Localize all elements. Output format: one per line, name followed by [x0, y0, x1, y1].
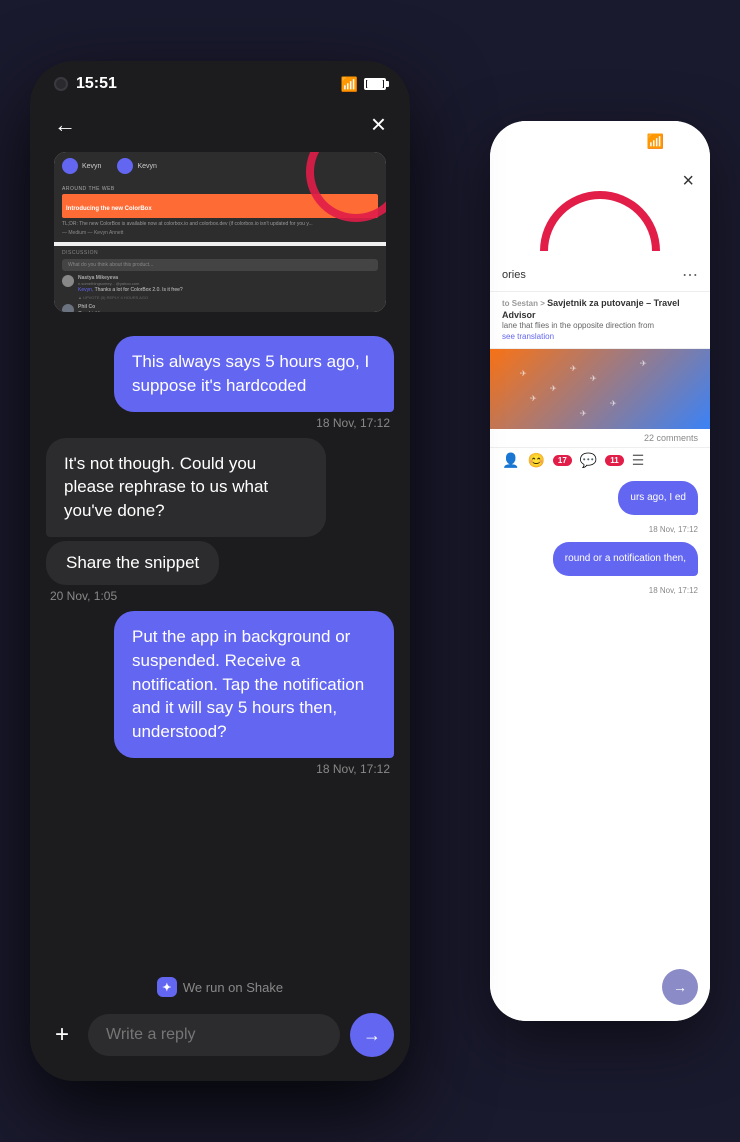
- preview-comment-1: Nastya Mikeyeva n.somethingsomey... @yah…: [62, 275, 378, 300]
- preview-comment-body-1: Nastya Mikeyeva n.somethingsomey... @yah…: [78, 275, 378, 300]
- bg-item-text: to Sestan > Savjetnik za putovanje – Tra…: [502, 298, 698, 342]
- preview-avatar-2: [117, 158, 133, 174]
- plane-icon-6: ✈: [610, 399, 617, 408]
- bg-dots-icon: ⋯: [682, 265, 698, 285]
- preview-article-link: — Medium — Kevyn Annett: [62, 230, 378, 236]
- bg-translate[interactable]: see translation: [502, 332, 698, 342]
- shake-logo: ✦: [157, 977, 177, 997]
- bg-arrow-icon: →: [673, 979, 687, 995]
- preview-comment-2: Phil Co Good job! ▲ UPVOTE REPLY 3 HOURS…: [62, 304, 378, 312]
- sent-timestamp-2: 18 Nov, 17:12: [316, 762, 394, 776]
- bg-chat-icon: 💬: [580, 452, 597, 469]
- bg-section-label: ories: [502, 269, 526, 281]
- main-phone: 15:51 📶 ← × Kevyn: [30, 61, 410, 1081]
- preview-avatar-1: [62, 158, 78, 174]
- preview-disc-label: DISCUSSION: [62, 250, 378, 256]
- preview-article-desc: TL;DR: The new ColorBox is available now…: [62, 221, 378, 228]
- plane-icon-7: ✈: [640, 359, 647, 368]
- bg-comments-count: 22 comments: [490, 429, 710, 447]
- wifi-icon: 📶: [341, 76, 358, 93]
- bg-msg-text-2: round or a notification then,: [565, 552, 686, 566]
- bg-purple-msg-2: round or a notification then,: [553, 542, 698, 576]
- plane-icon-8: ✈: [580, 409, 587, 418]
- send-button[interactable]: →: [350, 1013, 394, 1057]
- preview-input-mock: What do you think about this product...: [62, 259, 378, 271]
- bg-emoji-icon: 😊: [527, 452, 544, 469]
- bg-phone-content: 📶 × ories ⋯ to Sestan > Savjetnik: [490, 121, 710, 1021]
- preview-mention: Kevyn,: [78, 287, 95, 293]
- preview-comment-name-2: Phil Co: [78, 304, 378, 310]
- bg-status-bar: 📶: [490, 121, 710, 156]
- preview-comment-text-1: Kevyn, Thanks a lot for ColorBox 2.0. Is…: [78, 287, 378, 293]
- bg-icons-row: 👤 😊 17 💬 11 ☰: [490, 447, 710, 473]
- bg-timestamp-1: 18 Nov, 17:12: [490, 525, 710, 534]
- bg-advisor-row: to Sestan > Savjetnik za putovanje – Tra…: [490, 292, 710, 349]
- plane-icon-1: ✈: [520, 369, 527, 378]
- preview-user2: Kevyn: [137, 163, 156, 170]
- status-bar: 15:51 📶: [30, 61, 410, 101]
- bg-close-icon[interactable]: ×: [682, 170, 694, 193]
- sent-bubble-2: Put the app in background or suspended. …: [114, 611, 394, 758]
- add-attachment-button[interactable]: +: [46, 1019, 78, 1051]
- plane-icon-3: ✈: [570, 364, 577, 373]
- bg-battery-icon: [672, 136, 694, 148]
- sent-bubble-1: This always says 5 hours ago, I suppose …: [114, 336, 394, 412]
- bg-purple-msg: urs ago, I ed: [618, 481, 698, 515]
- bg-menu-icon: ☰: [632, 452, 645, 469]
- battery-icon: [364, 78, 386, 90]
- sent-message-1: This always says 5 hours ago, I suppose …: [46, 336, 394, 430]
- bg-person-icon: 👤: [502, 452, 519, 469]
- received-bubble-1: It's not though. Could you please rephra…: [46, 438, 326, 537]
- preview-user1: Kevyn: [82, 163, 101, 170]
- preview-comment-avatar-1: [62, 275, 74, 287]
- plane-icon-4: ✈: [530, 394, 537, 403]
- sent-message-2: Put the app in background or suspended. …: [46, 611, 394, 776]
- nav-bar: ← ×: [30, 101, 410, 152]
- close-button[interactable]: ×: [371, 109, 386, 140]
- preview-discussion: DISCUSSION What do you think about this …: [54, 246, 386, 312]
- plane-icon-5: ✈: [590, 374, 597, 383]
- back-button[interactable]: ←: [54, 112, 76, 138]
- status-time: 15:51: [76, 75, 117, 93]
- send-arrow-icon: →: [363, 1025, 381, 1046]
- received-group: It's not though. Could you please rephra…: [46, 438, 394, 603]
- image-preview: Kevyn Kevyn AROUND THE WEB Introducing t…: [54, 152, 386, 312]
- bg-section-header: ories ⋯: [490, 259, 710, 292]
- bg-badge-1: 17: [553, 455, 572, 466]
- bg-msg-text-1: urs ago, I ed: [630, 491, 686, 505]
- preview-comment-avatar-2: [62, 304, 74, 312]
- bg-advisor-title: to Sestan > Savjetnik za putovanje – Tra…: [502, 298, 698, 321]
- preview-comment-text-2: Good job!: [78, 311, 378, 312]
- bg-advisor-sub: lane that flies in the opposite directio…: [502, 321, 698, 331]
- bg-send-button[interactable]: →: [662, 969, 698, 1005]
- status-icons: 📶: [341, 76, 386, 93]
- shake-footer: ✦ We run on Shake: [30, 969, 410, 1001]
- chat-area: This always says 5 hours ago, I suppose …: [30, 324, 410, 969]
- bg-timestamp-2: 18 Nov, 17:12: [490, 586, 710, 595]
- input-bar: + →: [30, 1001, 410, 1081]
- shake-text: We run on Shake: [183, 980, 283, 995]
- plane-icon-2: ✈: [550, 384, 557, 393]
- bg-map-image: ✈ ✈ ✈ ✈ ✈ ✈ ✈ ✈: [490, 349, 710, 429]
- bg-phone-inner: 📶 × ories ⋯ to Sestan > Savjetnik: [490, 121, 710, 1021]
- preview-comment-email-1: n.somethingsomey... @yahoo.com: [78, 281, 378, 286]
- background-phone: 📶 × ories ⋯ to Sestan > Savjetnik: [490, 121, 710, 1021]
- preview-comment-body-2: Phil Co Good job! ▲ UPVOTE REPLY 3 HOURS…: [78, 304, 378, 312]
- bg-wifi-icon: 📶: [647, 133, 664, 150]
- front-camera: [54, 77, 68, 91]
- bg-badge-2: 11: [605, 455, 623, 466]
- reply-input[interactable]: [88, 1014, 340, 1056]
- main-phone-inner: 15:51 📶 ← × Kevyn: [30, 61, 410, 1081]
- snippet-button[interactable]: Share the snippet: [46, 541, 219, 585]
- sent-timestamp-1: 18 Nov, 17:12: [316, 416, 394, 430]
- preview-content: Kevyn Kevyn AROUND THE WEB Introducing t…: [54, 152, 386, 312]
- preview-comment-actions-1: ▲ UPVOTE (5) REPLY 4 HOURS AGO: [78, 295, 378, 300]
- timestamp-left: 20 Nov, 1:05: [46, 589, 117, 603]
